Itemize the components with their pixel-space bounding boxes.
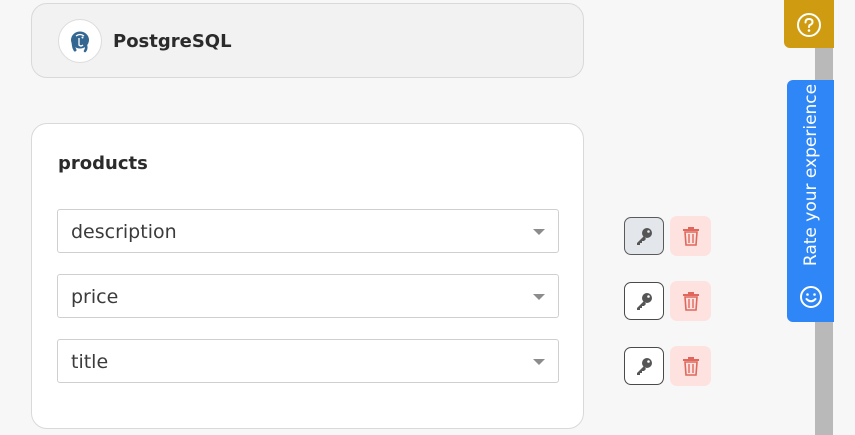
trash-icon (682, 227, 699, 246)
postgresql-logo-icon (58, 19, 102, 63)
database-card: PostgreSQL (31, 3, 584, 78)
primary-key-button-price[interactable] (624, 282, 664, 320)
table-name: products (58, 153, 148, 174)
help-button[interactable] (784, 0, 834, 48)
rate-experience-label: Rate your experience (800, 83, 821, 267)
database-name: PostgreSQL (113, 31, 232, 52)
key-icon (637, 293, 652, 310)
primary-key-button-description[interactable] (624, 217, 664, 255)
trash-icon (682, 292, 699, 311)
field-select-price[interactable]: price (57, 274, 559, 318)
field-select-value: title (71, 351, 109, 373)
delete-field-button-description[interactable] (670, 216, 711, 256)
field-select-title[interactable]: title (57, 339, 559, 383)
chevron-down-icon (533, 294, 545, 300)
field-select-value: price (71, 286, 119, 308)
key-icon (637, 228, 652, 245)
rate-experience-button[interactable]: Rate your experience (787, 80, 834, 322)
key-icon (637, 358, 652, 375)
field-select-value: description (71, 221, 177, 243)
chevron-down-icon (533, 229, 545, 235)
delete-field-button-title[interactable] (670, 346, 711, 386)
delete-field-button-price[interactable] (670, 281, 711, 321)
chevron-down-icon (533, 359, 545, 365)
field-select-description[interactable]: description (57, 209, 559, 253)
primary-key-button-title[interactable] (624, 347, 664, 385)
question-circle-icon (797, 13, 821, 37)
trash-icon (682, 357, 699, 376)
smile-icon (800, 286, 822, 308)
table-card: products description price title (31, 123, 584, 429)
